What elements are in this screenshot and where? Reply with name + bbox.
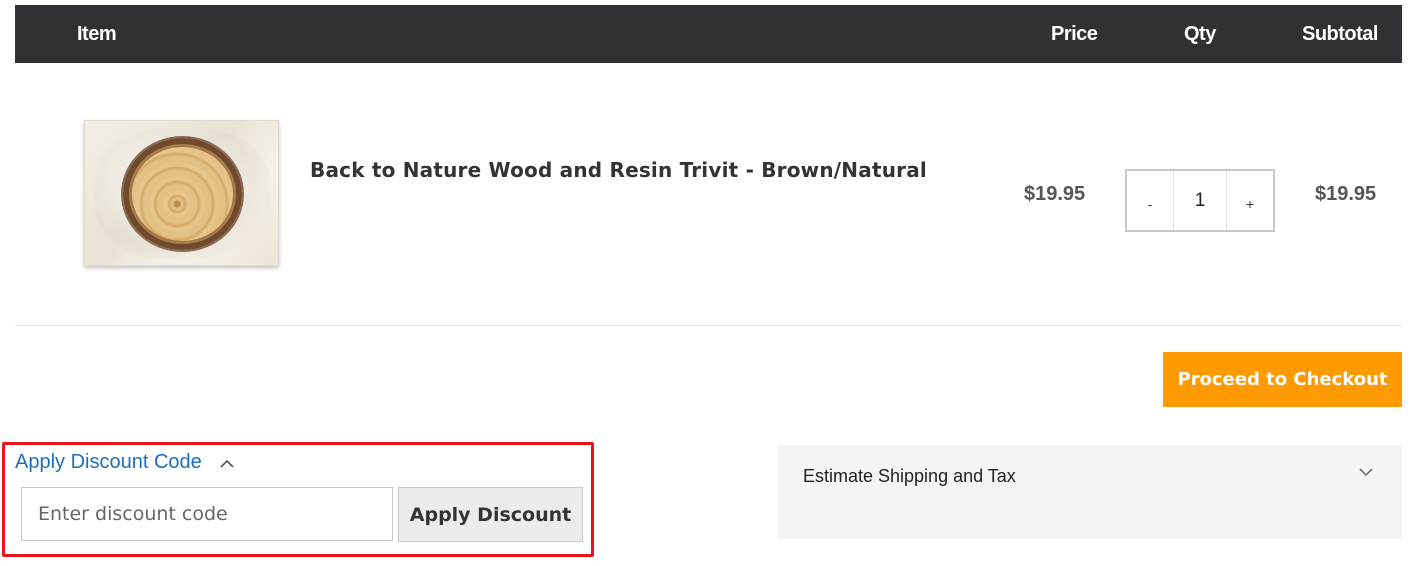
column-header-qty: Qty [1184,23,1216,45]
column-header-subtotal: Subtotal [1302,23,1379,45]
item-subtotal: $19.95 [1315,183,1377,205]
quantity-stepper: - 1 + [1125,169,1275,232]
apply-discount-button[interactable]: Apply Discount [398,487,583,542]
row-divider [15,325,1402,326]
discount-code-input[interactable] [21,487,393,541]
chevron-down-icon[interactable] [1359,464,1373,477]
estimate-shipping-panel[interactable]: Estimate Shipping and Tax [778,445,1402,539]
cart-table-header: Item Price Qty Subtotal [15,5,1402,63]
apply-discount-toggle[interactable]: Apply Discount Code [15,450,234,474]
column-header-item: Item [77,23,117,45]
item-price: $19.95 [1024,183,1086,205]
product-thumbnail[interactable] [84,120,279,266]
product-name-link[interactable]: Back to Nature Wood and Resin Trivit - B… [310,158,927,182]
chevron-up-icon [220,456,234,468]
qty-input[interactable]: 1 [1173,171,1227,230]
wood-slice-graphic [123,138,242,250]
proceed-to-checkout-button[interactable]: Proceed to Checkout [1163,352,1402,407]
qty-decrease-button[interactable]: - [1127,171,1173,230]
estimate-shipping-title: Estimate Shipping and Tax [803,466,1016,486]
apply-discount-label: Apply Discount Code [15,450,202,473]
qty-increase-button[interactable]: + [1227,171,1273,230]
column-header-price: Price [1051,23,1098,45]
